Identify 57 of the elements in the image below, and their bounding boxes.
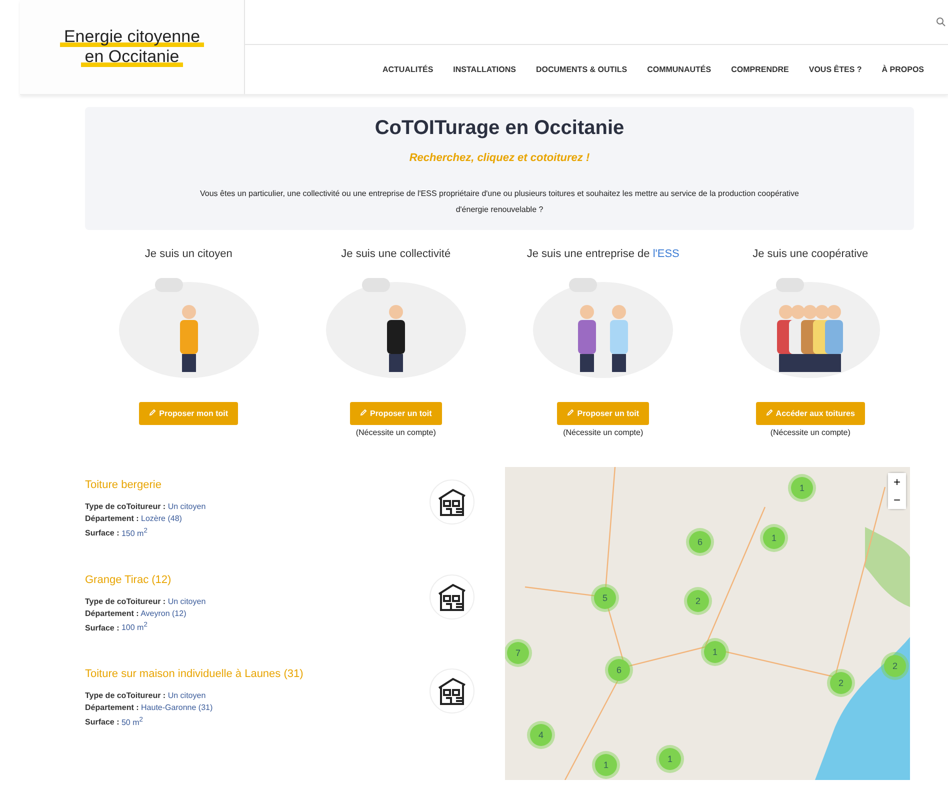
account-note: (Nécessite un compte): [356, 428, 436, 437]
persona-title: Je suis un citoyen: [144, 248, 232, 260]
listing-detail: Surface : 100 m$^{2}$: [85, 620, 148, 634]
action-button[interactable]: Proposer mon toit: [139, 402, 238, 425]
nav-link[interactable]: DOCUMENTS & OUTILS: [536, 65, 628, 74]
site-logo[interactable]: Energie citoyenne en Occitanie: [20, 0, 245, 94]
listing-detail: Surface : 50 m$^{2}$: [85, 715, 144, 729]
listing-detail: Surface : 150 m$^{2}$: [85, 526, 148, 540]
house-icon: [429, 668, 475, 714]
page-subtitle: Recherchez, cliquez et cotoiturez !: [408, 152, 591, 164]
listing-title[interactable]: Toiture bergerie: [85, 479, 206, 491]
persona-title: Je suis une collectivité: [341, 248, 451, 260]
cluster-marker[interactable]: 2: [687, 590, 709, 612]
house-icon: [429, 479, 475, 525]
listing-detail: Type de coToitureur : Un citoyen: [85, 596, 206, 608]
house-icon: [429, 574, 475, 620]
zoom-in-button[interactable]: +: [888, 473, 906, 491]
listing-detail: Type de coToitureur : Un citoyen: [85, 501, 206, 513]
cluster-marker[interactable]: 1: [791, 477, 813, 499]
action-button[interactable]: Proposer un toit: [350, 402, 442, 425]
pencil-icon: [360, 409, 367, 416]
nav-link[interactable]: VOUS ÊTES ?: [808, 65, 862, 74]
cluster-marker[interactable]: 6: [689, 531, 711, 553]
cluster-marker[interactable]: 2: [830, 672, 852, 694]
persona-title: Je suis une coopérative: [752, 248, 868, 260]
cluster-marker[interactable]: 1: [659, 748, 681, 770]
pencil-icon: [567, 409, 574, 416]
cluster-marker[interactable]: 1: [595, 754, 617, 776]
listing-detail: Département : Lozère (48): [85, 513, 183, 525]
zoom-out-button[interactable]: −: [888, 491, 906, 509]
pencil-icon: [149, 409, 156, 416]
action-button[interactable]: Accéder aux toitures: [756, 402, 865, 425]
nav-link[interactable]: COMPRENDRE: [731, 65, 789, 74]
listing-detail: Type de coToitureur : Un citoyen: [85, 690, 207, 702]
nav-link[interactable]: ACTUALITÉS: [382, 65, 434, 74]
listing-detail: Département : Haute-Garonne (31): [85, 702, 214, 714]
cluster-marker[interactable]: 7: [507, 642, 529, 664]
listing-title[interactable]: Toiture sur maison individuelle à Launes (31): [85, 668, 304, 680]
cluster-marker[interactable]: 6: [608, 659, 630, 681]
nav-link[interactable]: COMMUNAUTÉS: [647, 65, 712, 74]
page-title: CoTOITurage en Occitanie: [374, 117, 626, 140]
listing-title[interactable]: Grange Tirac (12): [85, 574, 206, 586]
nav-link[interactable]: À PROPOS: [882, 65, 924, 74]
nav-link[interactable]: INSTALLATIONS: [453, 65, 516, 74]
cluster-marker[interactable]: 1: [763, 527, 785, 549]
cluster-marker[interactable]: 5: [594, 587, 616, 609]
action-button[interactable]: Proposer un toit: [557, 402, 650, 425]
cluster-marker[interactable]: 4: [530, 724, 552, 746]
search-icon[interactable]: [936, 17, 946, 27]
listing-detail: Département : Aveyron (12): [85, 608, 188, 620]
map[interactable]: 1 6 1 5 2 7 1 6 2 2 4 1 1 + −: [505, 467, 910, 780]
intro-text: Vous êtes un particulier, une collectivité ou une entreprise de l'ESS propriétaire d'une ou plusieurs toitures et souhaitez les mettre au service de la production coopérative d'énergie renouvelable ?: [199, 188, 800, 216]
pencil-icon: [766, 409, 773, 416]
cluster-marker[interactable]: 1: [704, 641, 726, 663]
account-note: (Nécessite un compte): [770, 428, 850, 437]
persona-title: Je suis une entreprise de l'ESS: [526, 248, 680, 260]
account-note: (Nécessite un compte): [563, 428, 644, 437]
